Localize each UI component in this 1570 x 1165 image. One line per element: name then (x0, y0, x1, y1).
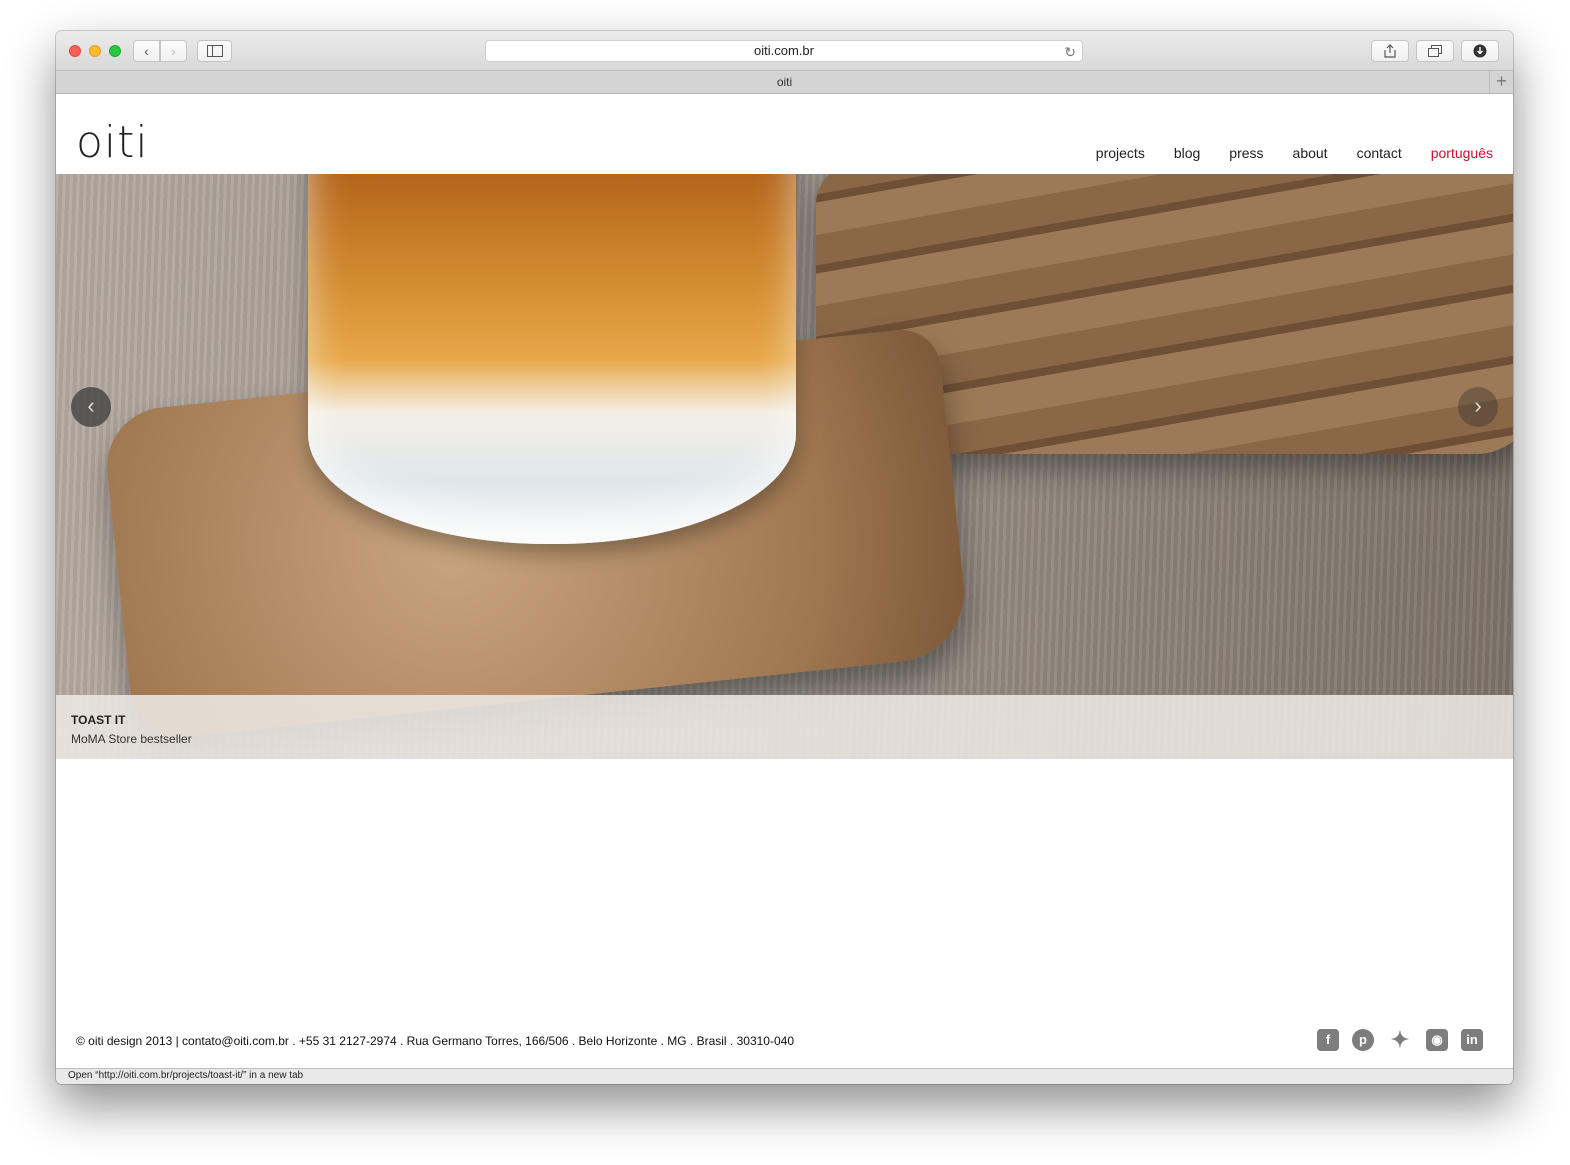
maximize-window-button[interactable] (109, 45, 121, 57)
nav-language-portugues[interactable]: português (1431, 145, 1493, 161)
slider-prev-button[interactable]: ‹ (71, 387, 111, 427)
tab-bar: oiti + (56, 71, 1513, 94)
browser-window: ‹ › oiti.com.br ↻ oiti + oiti projects b… (56, 31, 1513, 1084)
sidebar-icon (206, 45, 223, 57)
sidebar-button[interactable] (197, 40, 232, 62)
main-nav: projects blog press about contact portug… (1096, 145, 1493, 161)
share-icon (1384, 44, 1396, 58)
slide-photo[interactable] (56, 174, 1513, 759)
facebook-icon[interactable]: f (1317, 1029, 1339, 1051)
instagram-icon[interactable]: ◉ (1426, 1029, 1448, 1051)
pinterest-icon[interactable]: p (1352, 1029, 1374, 1051)
caption-title[interactable]: TOAST IT (71, 713, 1498, 727)
twitter-icon[interactable]: ✦ (1387, 1029, 1413, 1051)
nav-about[interactable]: about (1293, 145, 1328, 161)
close-window-button[interactable] (69, 45, 81, 57)
address-bar[interactable]: oiti.com.br ↻ (485, 40, 1083, 62)
downloads-button[interactable] (1461, 40, 1499, 62)
caption-subtitle: MoMA Store bestseller (71, 732, 192, 746)
hero-slider[interactable]: ‹ › TOAST IT MoMA Store bestseller (56, 174, 1513, 759)
forward-button[interactable]: › (160, 40, 187, 62)
tea-glass (308, 174, 796, 544)
social-links: f p ✦ ◉ in (1317, 1029, 1483, 1051)
forward-icon: › (171, 43, 176, 59)
tabs-overview-button[interactable] (1416, 40, 1454, 62)
tab-title[interactable]: oiti (777, 75, 792, 89)
status-bar: Open “http://oiti.com.br/projects/toast-… (56, 1068, 1513, 1084)
back-icon: ‹ (144, 43, 149, 59)
nav-blog[interactable]: blog (1174, 145, 1200, 161)
chevron-left-icon: ‹ (87, 393, 95, 418)
share-button[interactable] (1371, 40, 1409, 62)
download-icon (1473, 44, 1487, 58)
nav-projects[interactable]: projects (1096, 145, 1145, 161)
chevron-right-icon: › (1474, 393, 1482, 418)
footer-contact-info: © oiti design 2013 | contato@oiti.com.br… (76, 1034, 794, 1048)
nav-press[interactable]: press (1229, 145, 1263, 161)
linkedin-icon[interactable]: in (1461, 1029, 1483, 1051)
nav-contact[interactable]: contact (1357, 145, 1402, 161)
minimize-window-button[interactable] (89, 45, 101, 57)
slide-caption[interactable]: TOAST IT MoMA Store bestseller (56, 695, 1513, 759)
url-text: oiti.com.br (754, 43, 814, 58)
new-tab-icon[interactable]: + (1489, 71, 1513, 93)
reload-icon[interactable]: ↻ (1064, 42, 1076, 62)
tabs-icon (1428, 45, 1442, 57)
site-logo[interactable]: oiti (76, 117, 149, 168)
slider-next-button[interactable]: › (1458, 387, 1498, 427)
web-page: oiti projects blog press about contact p… (56, 94, 1513, 1068)
back-button[interactable]: ‹ (133, 40, 160, 62)
browser-toolbar: ‹ › oiti.com.br ↻ (56, 31, 1513, 71)
